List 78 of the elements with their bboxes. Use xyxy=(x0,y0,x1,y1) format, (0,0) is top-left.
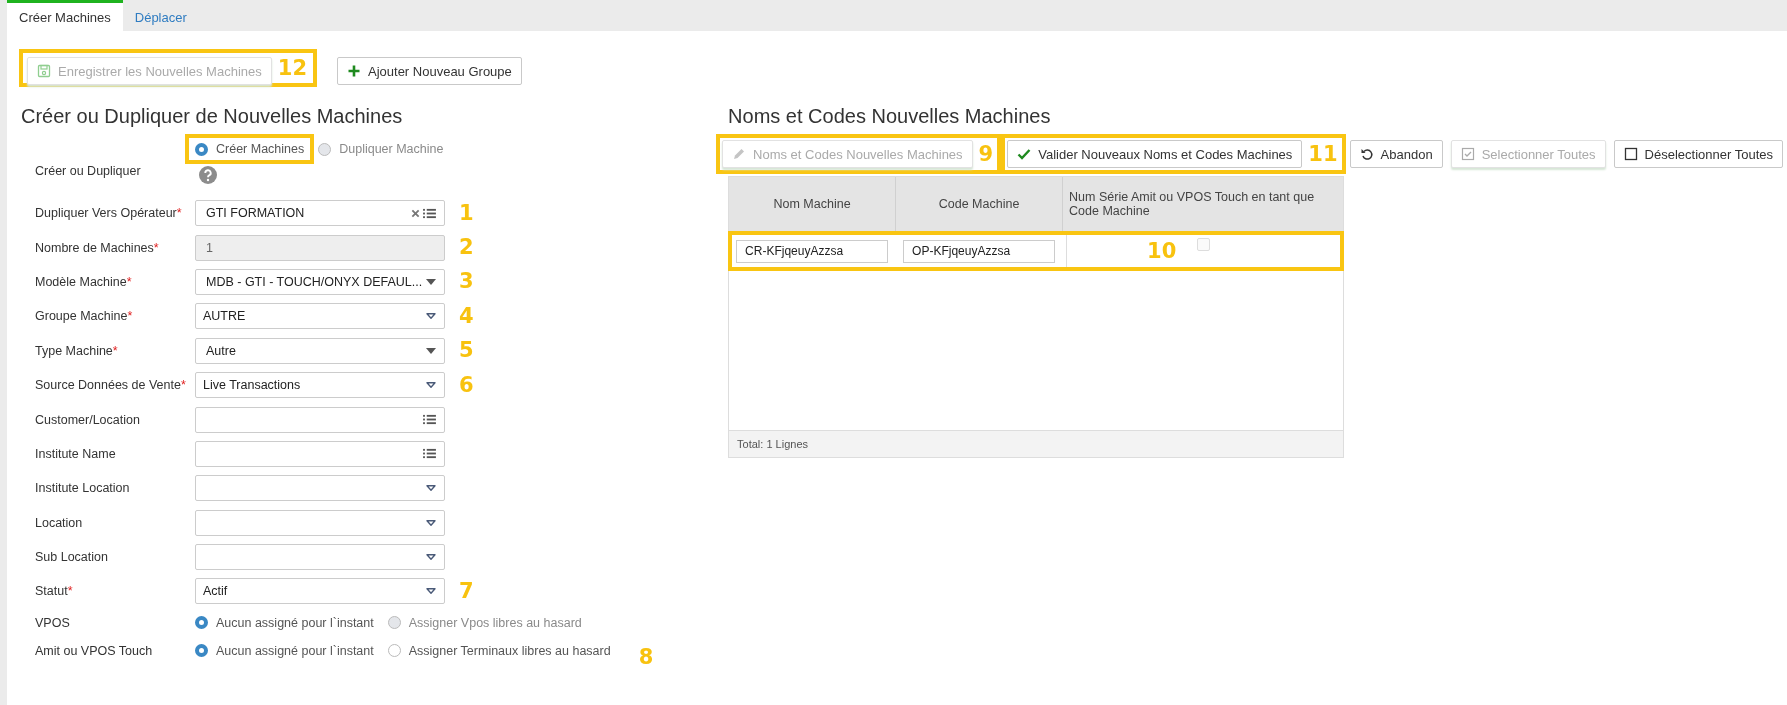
column-header[interactable]: Nom Machine xyxy=(729,177,897,231)
toolbar-button[interactable]: Ajouter Nouveau Groupe xyxy=(337,57,522,85)
toolbar-button[interactable]: Déselectionner Toutes xyxy=(1613,140,1783,168)
callout-number: 7 xyxy=(459,581,474,602)
plus-icon xyxy=(347,64,361,78)
field-label: Nombre de Machines* xyxy=(34,240,160,255)
field-label: Créer ou Dupliquer xyxy=(34,164,142,178)
dropdown-field[interactable]: AUTRE xyxy=(195,303,445,330)
section-title: Créer ou Dupliquer de Nouvelles Machines xyxy=(21,105,404,128)
dropdown-field[interactable] xyxy=(195,544,445,571)
field-label: Institute Name xyxy=(34,446,117,461)
input-field[interactable]: OP-KFjqeuyAzzsa xyxy=(903,239,1056,263)
callout-number: 11 xyxy=(1308,143,1338,165)
caret-icon[interactable] xyxy=(426,313,436,320)
field-label: Dupliquer Vers Opérateur* xyxy=(34,206,183,221)
caret-icon[interactable] xyxy=(426,347,436,354)
lookup-field[interactable] xyxy=(195,440,445,467)
callout-number: 9 xyxy=(978,143,994,165)
list-icon[interactable] xyxy=(423,207,436,219)
field-label: Source Données de Vente* xyxy=(34,378,187,393)
radio-option[interactable]: Créer Machines xyxy=(185,134,315,164)
dropdown-field[interactable]: Live Transactions xyxy=(195,372,445,399)
caret-icon[interactable] xyxy=(426,554,436,561)
pencil-icon xyxy=(732,147,747,161)
caret-icon[interactable] xyxy=(426,588,436,595)
column-header[interactable]: Num Série Amit ou VPOS Touch en tant que Code Machine xyxy=(1063,177,1344,231)
help-icon[interactable] xyxy=(199,166,217,184)
callout-number: 10 xyxy=(1147,241,1177,262)
field-label: Type Machine* xyxy=(34,343,119,358)
caret-icon[interactable] xyxy=(426,485,436,492)
tab[interactable]: Créer Machines xyxy=(7,0,123,31)
caret-icon[interactable] xyxy=(426,519,436,526)
toolbar-button[interactable]: Valider Nouveaux Noms et Codes Machines xyxy=(1007,140,1303,168)
checkbox-icon xyxy=(1623,147,1638,161)
callout-number: 5 xyxy=(459,340,474,362)
dropdown-field[interactable] xyxy=(195,475,445,502)
callout-number: 1 xyxy=(459,202,474,224)
undo-icon xyxy=(1359,147,1374,161)
grid-footer: Total: 1 Lignes xyxy=(729,430,1344,457)
dropdown-field[interactable]: MDB - GTI - TOUCH/ONYX DEFAUL... xyxy=(195,268,445,295)
callout-number: 12 xyxy=(277,57,307,79)
caret-icon[interactable] xyxy=(426,278,436,285)
tab[interactable]: Déplacer xyxy=(122,0,199,31)
lookup-field[interactable] xyxy=(195,406,445,433)
field-label: Modèle Machine* xyxy=(34,274,133,289)
field-label: Location xyxy=(34,515,84,530)
list-icon[interactable] xyxy=(423,414,436,426)
lookup-field[interactable]: GTI FORMATION xyxy=(195,200,445,227)
field-label: VPOS xyxy=(34,615,71,630)
checkbox-icon xyxy=(1460,147,1475,161)
dropdown-field[interactable]: Actif xyxy=(195,578,445,605)
dropdown-field[interactable] xyxy=(195,509,445,536)
input-field[interactable]: CR-KFjqeuyAzzsa xyxy=(736,239,889,263)
dropdown-field[interactable]: Autre xyxy=(195,337,445,364)
column-header[interactable]: Code Machine xyxy=(896,177,1064,231)
callout-number: 2 xyxy=(459,237,474,259)
toolbar-button[interactable]: Abandon xyxy=(1349,140,1443,168)
checkbox[interactable] xyxy=(1197,238,1211,251)
save-icon xyxy=(37,64,51,78)
callout-number: 8 xyxy=(638,647,654,669)
radio-button[interactable] xyxy=(195,616,208,630)
callout-number: 4 xyxy=(459,305,474,327)
check-icon xyxy=(1017,147,1032,161)
field-label: Statut* xyxy=(34,584,74,599)
radio-button[interactable] xyxy=(195,644,208,658)
callout-number: 6 xyxy=(459,374,474,396)
field-label: Sub Location xyxy=(34,550,109,565)
radio-button[interactable] xyxy=(387,644,401,658)
callout-number: 3 xyxy=(459,271,474,293)
field-label: Groupe Machine* xyxy=(34,309,134,324)
clear-icon[interactable] xyxy=(411,208,420,218)
radio-button[interactable] xyxy=(195,142,208,156)
field-label: Customer/Location xyxy=(34,412,141,427)
field-label: Institute Location xyxy=(34,481,131,496)
caret-icon[interactable] xyxy=(426,382,436,389)
field-label: Amit ou VPOS Touch xyxy=(34,643,154,658)
section-title: Noms et Codes Nouvelles Machines xyxy=(728,105,1052,128)
list-icon[interactable] xyxy=(423,448,436,460)
